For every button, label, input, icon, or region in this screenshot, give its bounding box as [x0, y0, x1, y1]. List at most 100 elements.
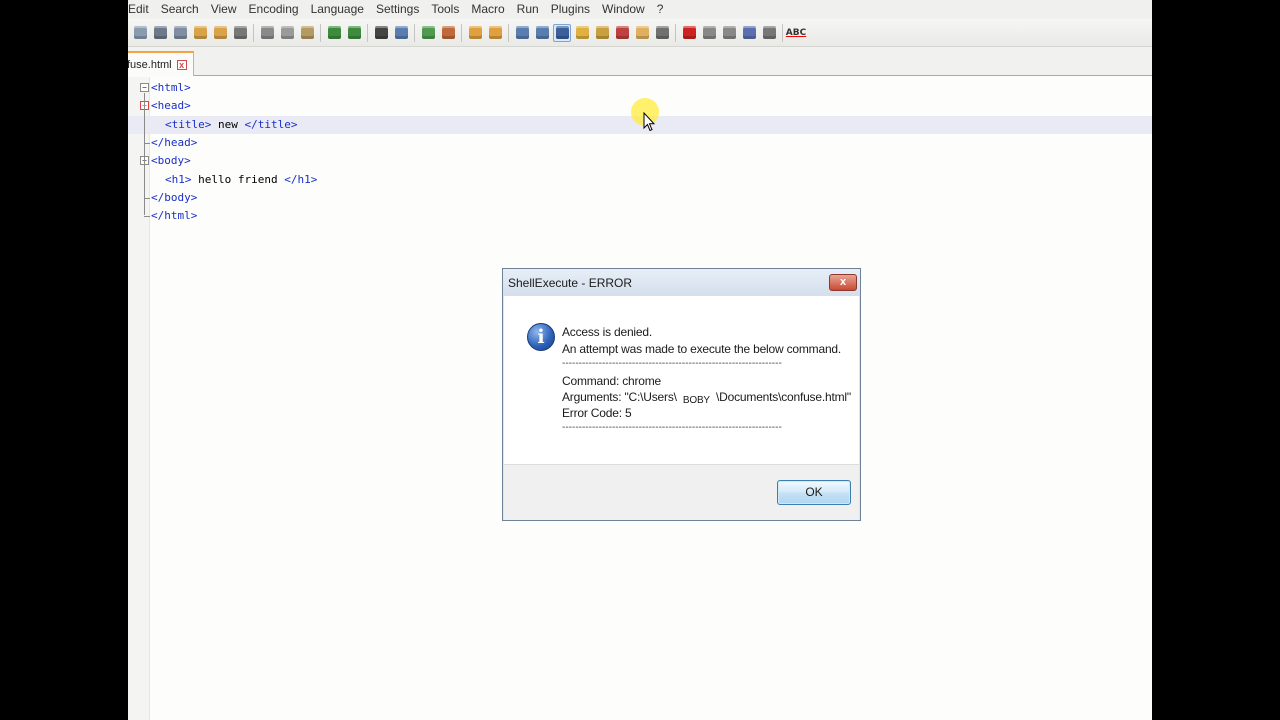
toolbar-separator [508, 23, 509, 42]
menu-item-view[interactable]: View [205, 0, 243, 19]
replace-button[interactable] [392, 24, 410, 42]
save-macro-icon [762, 26, 776, 39]
print-button[interactable] [231, 24, 249, 42]
new-file-icon [133, 26, 147, 39]
code-text: </head> [151, 136, 197, 149]
text-content: hello friend [191, 172, 285, 186]
close-file-button[interactable] [191, 24, 209, 42]
save-all-icon [173, 26, 187, 39]
record-macro-icon [682, 26, 696, 39]
sync-horizontal-button[interactable] [486, 24, 504, 42]
run-macro-multiple-button[interactable] [740, 24, 758, 42]
menu-item-encoding[interactable]: Encoding [243, 0, 305, 19]
html-tag: </title> [244, 117, 298, 131]
notepad-plus-plus-window: Edit Search View Encoding Language Settings To… [128, 0, 1152, 720]
save-icon [153, 26, 167, 39]
doc-map-button[interactable] [593, 24, 611, 42]
function-list-icon [615, 26, 629, 39]
toolbar: ABC [128, 19, 1152, 47]
code-text: <head> [151, 99, 191, 112]
zoom-in-button[interactable] [419, 24, 437, 42]
code-line[interactable]: <html> [128, 79, 1152, 97]
show-all-chars-button[interactable] [533, 24, 551, 42]
find-icon [374, 26, 388, 39]
menu-bar: Edit Search View Encoding Language Settings To… [128, 0, 1152, 19]
monitoring-icon [655, 26, 669, 39]
indent-guide-button[interactable] [553, 23, 571, 42]
fold-end-marker [144, 216, 150, 218]
dialog-titlebar[interactable]: ShellExecute - ERROR x [503, 269, 860, 296]
record-macro-button[interactable] [680, 24, 698, 42]
spell-check-button[interactable]: ABC [785, 24, 807, 42]
indent-guide-icon [555, 26, 569, 39]
save-macro-button[interactable] [760, 24, 778, 42]
toolbar-separator [675, 23, 676, 42]
code-text: <h1> hello friend </h1> [165, 173, 317, 186]
save-button[interactable] [151, 24, 169, 42]
mouse-cursor-icon [643, 112, 655, 132]
ok-button[interactable]: OK [777, 480, 851, 505]
monitoring-button[interactable] [653, 24, 671, 42]
code-line[interactable]: <body> [128, 152, 1152, 170]
sync-vertical-button[interactable] [466, 24, 484, 42]
menu-item-tools[interactable]: Tools [425, 0, 465, 19]
redo-button[interactable] [345, 24, 363, 42]
arguments-suffix: \Documents\confuse.html" [716, 390, 851, 404]
menu-item-settings[interactable]: Settings [370, 0, 425, 19]
function-list-button[interactable] [613, 24, 631, 42]
user-language-button[interactable] [573, 24, 591, 42]
menu-item-edit[interactable]: Edit [128, 0, 155, 19]
dialog-body: i Access is denied. An attempt was made … [504, 296, 859, 464]
html-tag: <html> [151, 81, 191, 94]
cut-button[interactable] [258, 24, 276, 42]
zoom-in-icon [421, 26, 435, 39]
run-macro-multiple-icon [742, 26, 756, 39]
close-all-button[interactable] [211, 24, 229, 42]
tab-confuse-html[interactable]: fuse.html x [128, 51, 194, 76]
new-file-button[interactable] [131, 24, 149, 42]
code-line[interactable]: </body> [128, 189, 1152, 207]
copy-icon [280, 26, 294, 39]
save-all-button[interactable] [171, 24, 189, 42]
separator-dashes-bottom: ----------------------------------------… [562, 422, 782, 433]
toolbar-separator [414, 23, 415, 42]
spell-check-icon: ABC [785, 27, 807, 38]
menu-item-help[interactable]: ? [651, 0, 670, 19]
error-dialog: ShellExecute - ERROR x i Access is denie… [502, 268, 861, 521]
sync-horizontal-icon [488, 26, 502, 39]
fold-toggle-icon[interactable]: − [140, 83, 149, 92]
copy-button[interactable] [278, 24, 296, 42]
zoom-out-button[interactable] [439, 24, 457, 42]
info-icon: i [527, 323, 555, 351]
sync-vertical-icon [468, 26, 482, 39]
toolbar-separator [253, 23, 254, 42]
code-line[interactable]: <h1> hello friend </h1> [128, 171, 1152, 189]
menu-item-window[interactable]: Window [596, 0, 651, 19]
menu-item-plugins[interactable]: Plugins [545, 0, 596, 19]
menu-item-macro[interactable]: Macro [465, 0, 510, 19]
code-line[interactable]: </html> [128, 207, 1152, 225]
stop-macro-button[interactable] [700, 24, 718, 42]
undo-button[interactable] [325, 24, 343, 42]
print-icon [233, 26, 247, 39]
zoom-out-icon [441, 26, 455, 39]
dialog-close-button[interactable]: x [829, 274, 857, 291]
tab-close-icon[interactable]: x [176, 59, 187, 70]
html-tag: </html> [151, 209, 198, 223]
cut-icon [260, 26, 274, 39]
toolbar-separator [320, 23, 321, 42]
play-macro-button[interactable] [720, 24, 738, 42]
find-button[interactable] [372, 24, 390, 42]
dialog-title: ShellExecute - ERROR [508, 275, 633, 290]
menu-item-run[interactable]: Run [511, 0, 545, 19]
paste-button[interactable] [298, 24, 316, 42]
separator-dashes: ----------------------------------------… [562, 358, 782, 369]
play-macro-icon [722, 26, 736, 39]
menu-item-search[interactable]: Search [155, 0, 205, 19]
word-wrap-button[interactable] [513, 24, 531, 42]
code-line[interactable]: </head> [128, 134, 1152, 152]
user-language-icon [575, 26, 589, 39]
folder-workspace-button[interactable] [633, 24, 651, 42]
fold-guide [144, 166, 145, 199]
menu-item-language[interactable]: Language [305, 0, 370, 19]
